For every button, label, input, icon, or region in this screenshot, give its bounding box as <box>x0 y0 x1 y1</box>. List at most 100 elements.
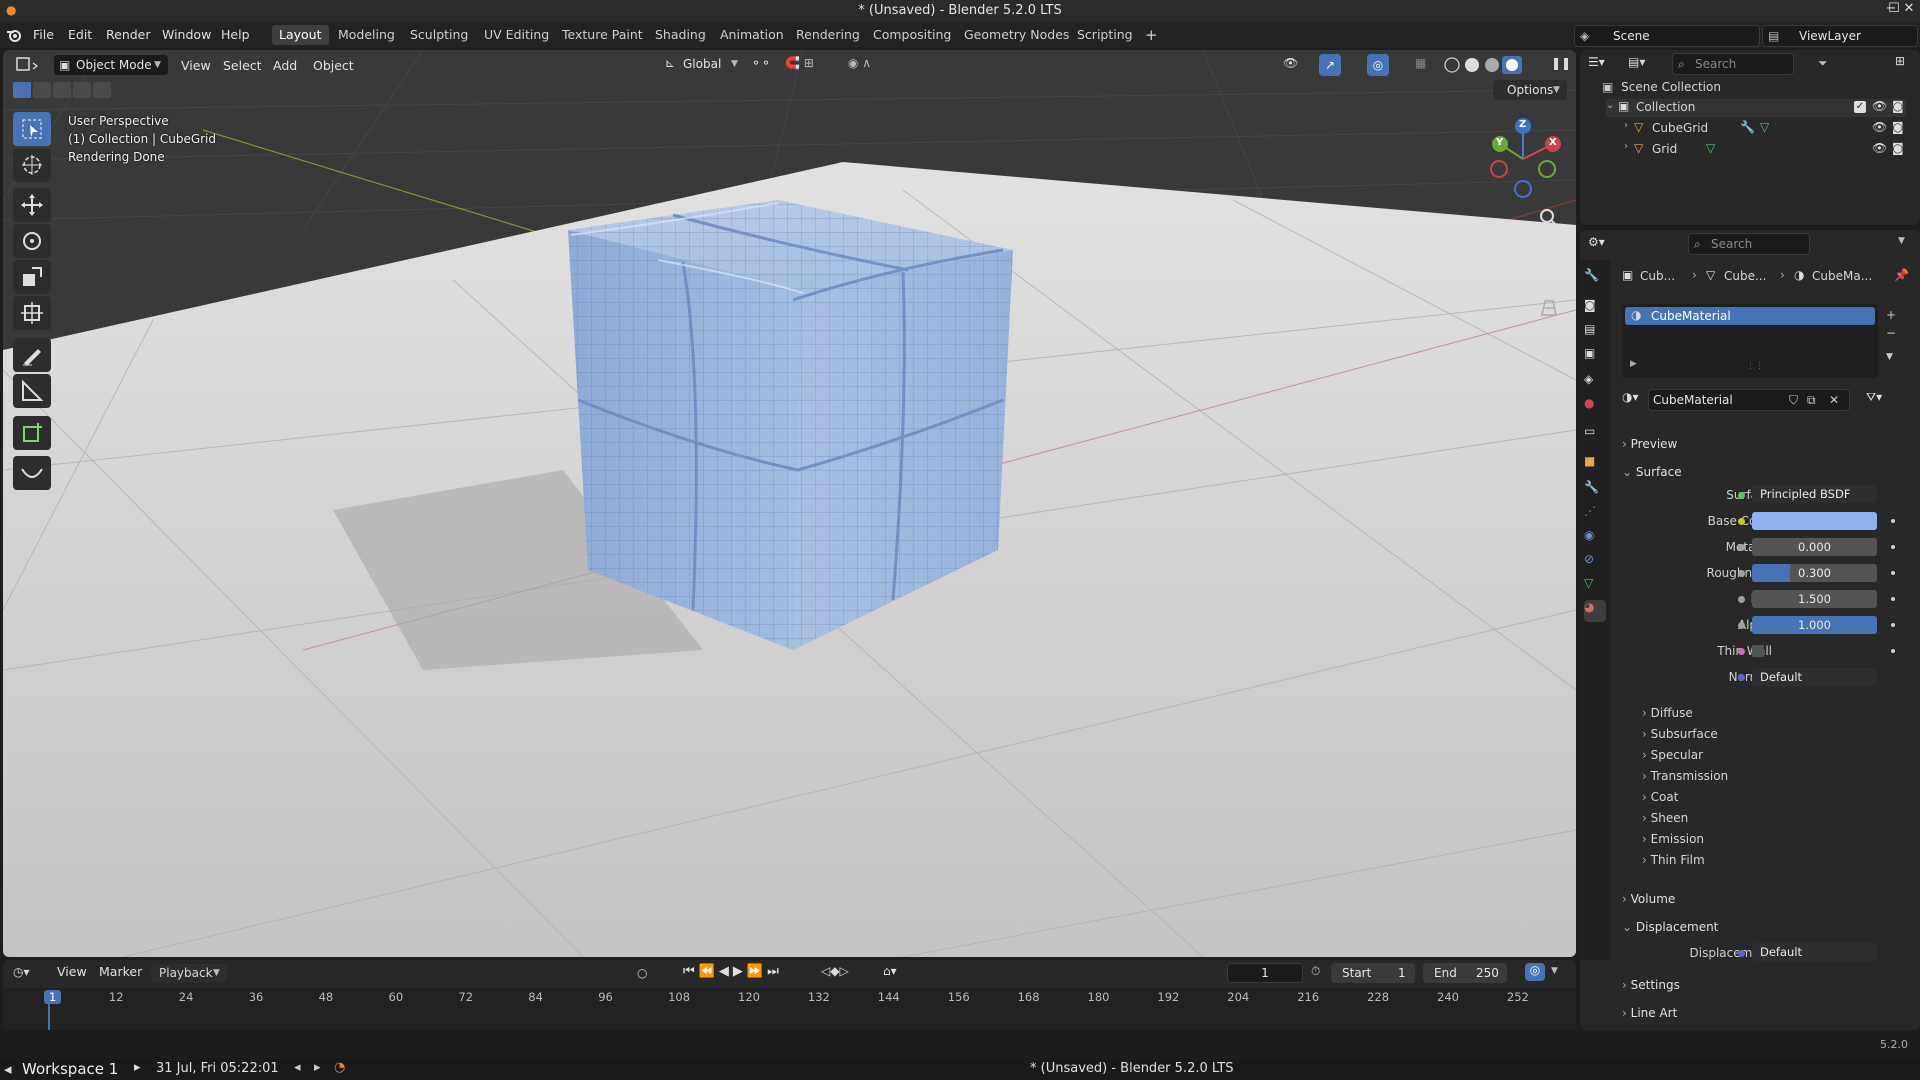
subpanel-coat[interactable]: › Coat <box>1642 790 1678 804</box>
constraints-tab-icon[interactable]: ⊘ <box>1584 552 1606 574</box>
tab-geometry-nodes[interactable]: Geometry Nodes <box>957 25 1076 45</box>
timeline-menu-view[interactable]: View <box>57 962 87 982</box>
eye-icon[interactable]: 👁 <box>1872 120 1887 134</box>
tab-shading[interactable]: Shading <box>648 25 713 45</box>
alpha-keyframe-dot[interactable] <box>1891 623 1895 627</box>
object-tab-icon[interactable]: ■ <box>1584 454 1606 476</box>
blender-menu-icon[interactable] <box>6 27 22 43</box>
auto-keying-icon[interactable]: ○ <box>637 966 647 980</box>
displacement-field[interactable]: Default <box>1752 943 1877 961</box>
tab-rendering[interactable]: Rendering <box>789 25 867 45</box>
base-color-field[interactable] <box>1752 512 1877 530</box>
outliner-editor-icon[interactable]: ☰▾ <box>1588 55 1618 75</box>
timeline-track[interactable]: 1 12 24 36 48 60 72 84 96 108 120 132 144 156 168 180 19… <box>3 988 1576 1030</box>
output-tab-icon[interactable]: ▤ <box>1584 322 1606 344</box>
browse-material-icon[interactable]: ◑▾ <box>1622 390 1646 410</box>
material-slot-row[interactable]: ◑ CubeMaterial <box>1625 307 1875 325</box>
gizmo-toggle-icon[interactable]: ↗ <box>1319 54 1341 76</box>
duplicate-material-icon[interactable]: ⧉ <box>1807 390 1816 410</box>
mode-selector[interactable]: ▣ Object Mode ▼ <box>53 54 169 76</box>
properties-editor-icon[interactable]: ⚙▾ <box>1588 235 1618 255</box>
remove-slot-icon[interactable]: − <box>1886 326 1896 340</box>
proportional-edit-icon[interactable]: ◉ ∧ <box>848 56 888 74</box>
subpanel-sheen[interactable]: › Sheen <box>1642 811 1688 825</box>
material-tab-icon[interactable]: ◕ <box>1584 600 1606 622</box>
eye-icon[interactable]: 👁 <box>1872 99 1887 113</box>
tool-measure[interactable] <box>13 374 51 408</box>
ior-field[interactable]: 1.500 <box>1752 590 1877 608</box>
particles-tab-icon[interactable]: ⋰ <box>1584 504 1606 526</box>
tab-uv-editing[interactable]: UV Editing <box>477 25 556 45</box>
base-color-keyframe-dot[interactable] <box>1891 519 1895 523</box>
material-name-field[interactable]: CubeMaterial ⛉ ⧉ ✕ <box>1648 389 1850 411</box>
start-frame-field[interactable]: Start 1 <box>1331 963 1415 983</box>
tab-layout[interactable]: Layout <box>272 25 329 45</box>
timeline-editor-icon[interactable]: ◷▾ <box>13 965 43 983</box>
viewlayer-selector[interactable]: ▤ ViewLayer <box>1762 25 1918 47</box>
transform-orientation-dropdown[interactable]: ⊾ Global ▼ <box>663 54 743 76</box>
menu-file[interactable]: File <box>33 27 54 42</box>
tool-settings-tab-icon[interactable]: 🔧 <box>1584 268 1606 290</box>
fake-user-icon[interactable]: ⛉ <box>1789 390 1798 410</box>
node-link-icon[interactable]: ⛛▾ <box>1866 390 1896 410</box>
resize-handle-icon[interactable]: ⋮⋮ <box>1746 361 1764 371</box>
camera-icon[interactable]: ◙ <box>1892 99 1904 113</box>
view-layer-tab-icon[interactable]: ▣ <box>1584 346 1606 368</box>
camera-view-icon[interactable] <box>1535 264 1563 292</box>
outliner-item-grid[interactable]: › ▽ Grid ▽ 👁 ◙ <box>1624 141 1906 159</box>
close-button[interactable]: ✕ <box>1902 2 1916 16</box>
menu-render[interactable]: Render <box>106 27 151 42</box>
roughness-keyframe-dot[interactable] <box>1891 571 1895 575</box>
thin-wall-keyframe-dot[interactable] <box>1891 649 1895 653</box>
panel-settings-header[interactable]: › Settings <box>1622 973 1902 997</box>
workspace-prev-icon[interactable]: ◂ <box>4 1060 12 1078</box>
world-tab-icon[interactable]: ● <box>1584 396 1606 418</box>
subpanel-transmission[interactable]: › Transmission <box>1642 769 1728 783</box>
menu-help[interactable]: Help <box>221 27 250 42</box>
overlays-toggle-icon[interactable]: ◎ <box>1367 54 1389 76</box>
viewport-menu-select[interactable]: Select <box>223 56 262 76</box>
perspective-toggle-icon[interactable] <box>1535 294 1563 322</box>
maximize-button[interactable]: ☐ <box>1887 2 1901 16</box>
menu-edit[interactable]: Edit <box>68 27 92 42</box>
tab-texture-paint[interactable]: Texture Paint <box>555 25 650 45</box>
filter-icon[interactable]: ⏷ <box>1818 56 1828 71</box>
eye-icon[interactable]: 👁 <box>1872 141 1887 155</box>
visibility-icon[interactable]: 👁 <box>1283 56 1313 74</box>
collection-tab-icon[interactable]: ▭ <box>1584 424 1606 446</box>
subpanel-subsurface[interactable]: › Subsurface <box>1642 727 1718 741</box>
tool-cursor[interactable] <box>13 148 51 182</box>
tool-annotate[interactable] <box>13 338 51 372</box>
timeline-overlay-icon[interactable]: ◎ <box>1525 963 1545 981</box>
alpha-field[interactable]: 1.000 <box>1752 616 1877 634</box>
outliner-item-cubegrid[interactable]: › ▽ CubeGrid 🔧 ▽ 👁 ◙ <box>1624 120 1906 138</box>
tool-curve[interactable] <box>13 456 51 490</box>
thin-wall-checkbox[interactable] <box>1752 645 1764 657</box>
expand-arrow-icon[interactable]: ▶ <box>1630 359 1637 369</box>
panel-preview-header[interactable]: › Preview <box>1622 432 1902 456</box>
menu-window[interactable]: Window <box>162 27 211 42</box>
render-tab-icon[interactable]: ◙ <box>1584 298 1606 320</box>
blender-app-icon[interactable]: ◔ <box>334 1060 345 1075</box>
snapping-icon[interactable]: 🧲 ⊞ <box>785 56 841 74</box>
panel-displacement-header[interactable]: ⌄ Displacement <box>1622 915 1902 939</box>
metallic-field[interactable]: 0.000 <box>1752 538 1877 556</box>
subpanel-specular[interactable]: › Specular <box>1642 748 1703 762</box>
add-workspace-button[interactable]: + <box>1138 25 1165 45</box>
outliner-search-input[interactable]: ⌕ Search <box>1672 53 1794 75</box>
roughness-field[interactable]: 0.300 <box>1752 564 1877 582</box>
normal-field[interactable]: Default <box>1752 668 1877 686</box>
chevron-down-icon[interactable]: ▼ <box>1898 236 1905 246</box>
outliner-scene-collection[interactable]: ▣ Scene Collection <box>1602 80 1721 94</box>
playhead[interactable] <box>48 1000 50 1030</box>
tool-scale[interactable] <box>13 260 51 294</box>
options-dropdown[interactable]: Options ▼ <box>1493 80 1567 100</box>
data-tab-icon[interactable]: ▽ <box>1584 576 1606 598</box>
subpanel-diffuse[interactable]: › Diffuse <box>1642 706 1693 720</box>
tab-sculpting[interactable]: Sculpting <box>403 25 475 45</box>
unlink-material-icon[interactable]: ✕ <box>1829 390 1839 410</box>
viewport-menu-object[interactable]: Object <box>313 56 354 76</box>
subpanel-thin-film[interactable]: › Thin Film <box>1642 853 1705 867</box>
timeline-menu-marker[interactable]: Marker <box>99 962 142 982</box>
end-frame-field[interactable]: End 250 <box>1423 963 1507 983</box>
